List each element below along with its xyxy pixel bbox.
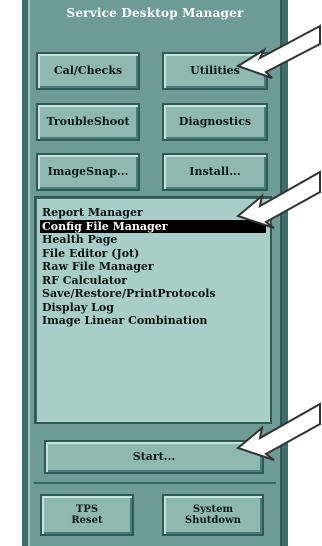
callout-arrow-icon (236, 402, 321, 461)
start-button[interactable]: Start... (44, 440, 264, 474)
list-item[interactable]: Raw File Manager (40, 260, 266, 274)
list-item[interactable]: RF Calculator (40, 274, 266, 288)
diagnostics-button[interactable]: Diagnostics (162, 103, 268, 141)
list-item[interactable]: Report Manager (40, 206, 266, 220)
cal-checks-button[interactable]: Cal/Checks (36, 52, 140, 90)
list-item[interactable]: Health Page (40, 233, 266, 247)
window-title: Service Desktop Manager (66, 6, 244, 20)
list-item[interactable]: Image Linear Combination (40, 314, 266, 328)
list-item[interactable]: Display Log (40, 301, 266, 315)
list-item[interactable]: Save/Restore/PrintProtocols (40, 287, 266, 301)
imagesnap-button[interactable]: ImageSnap... (36, 153, 140, 191)
tps-reset-button[interactable]: TPS Reset (40, 494, 134, 536)
screenshot: Service Desktop Manager Cal/Checks Utili… (0, 0, 322, 546)
system-shutdown-button[interactable]: System Shutdown (162, 494, 264, 536)
divider (34, 482, 276, 484)
troubleshoot-button[interactable]: TroubleShoot (36, 103, 140, 141)
callout-arrow-icon (236, 170, 321, 229)
callout-arrow-icon (236, 24, 321, 79)
list-item[interactable]: Config File Manager (40, 219, 266, 233)
list-item[interactable]: File Editor (Jot) (40, 247, 266, 261)
